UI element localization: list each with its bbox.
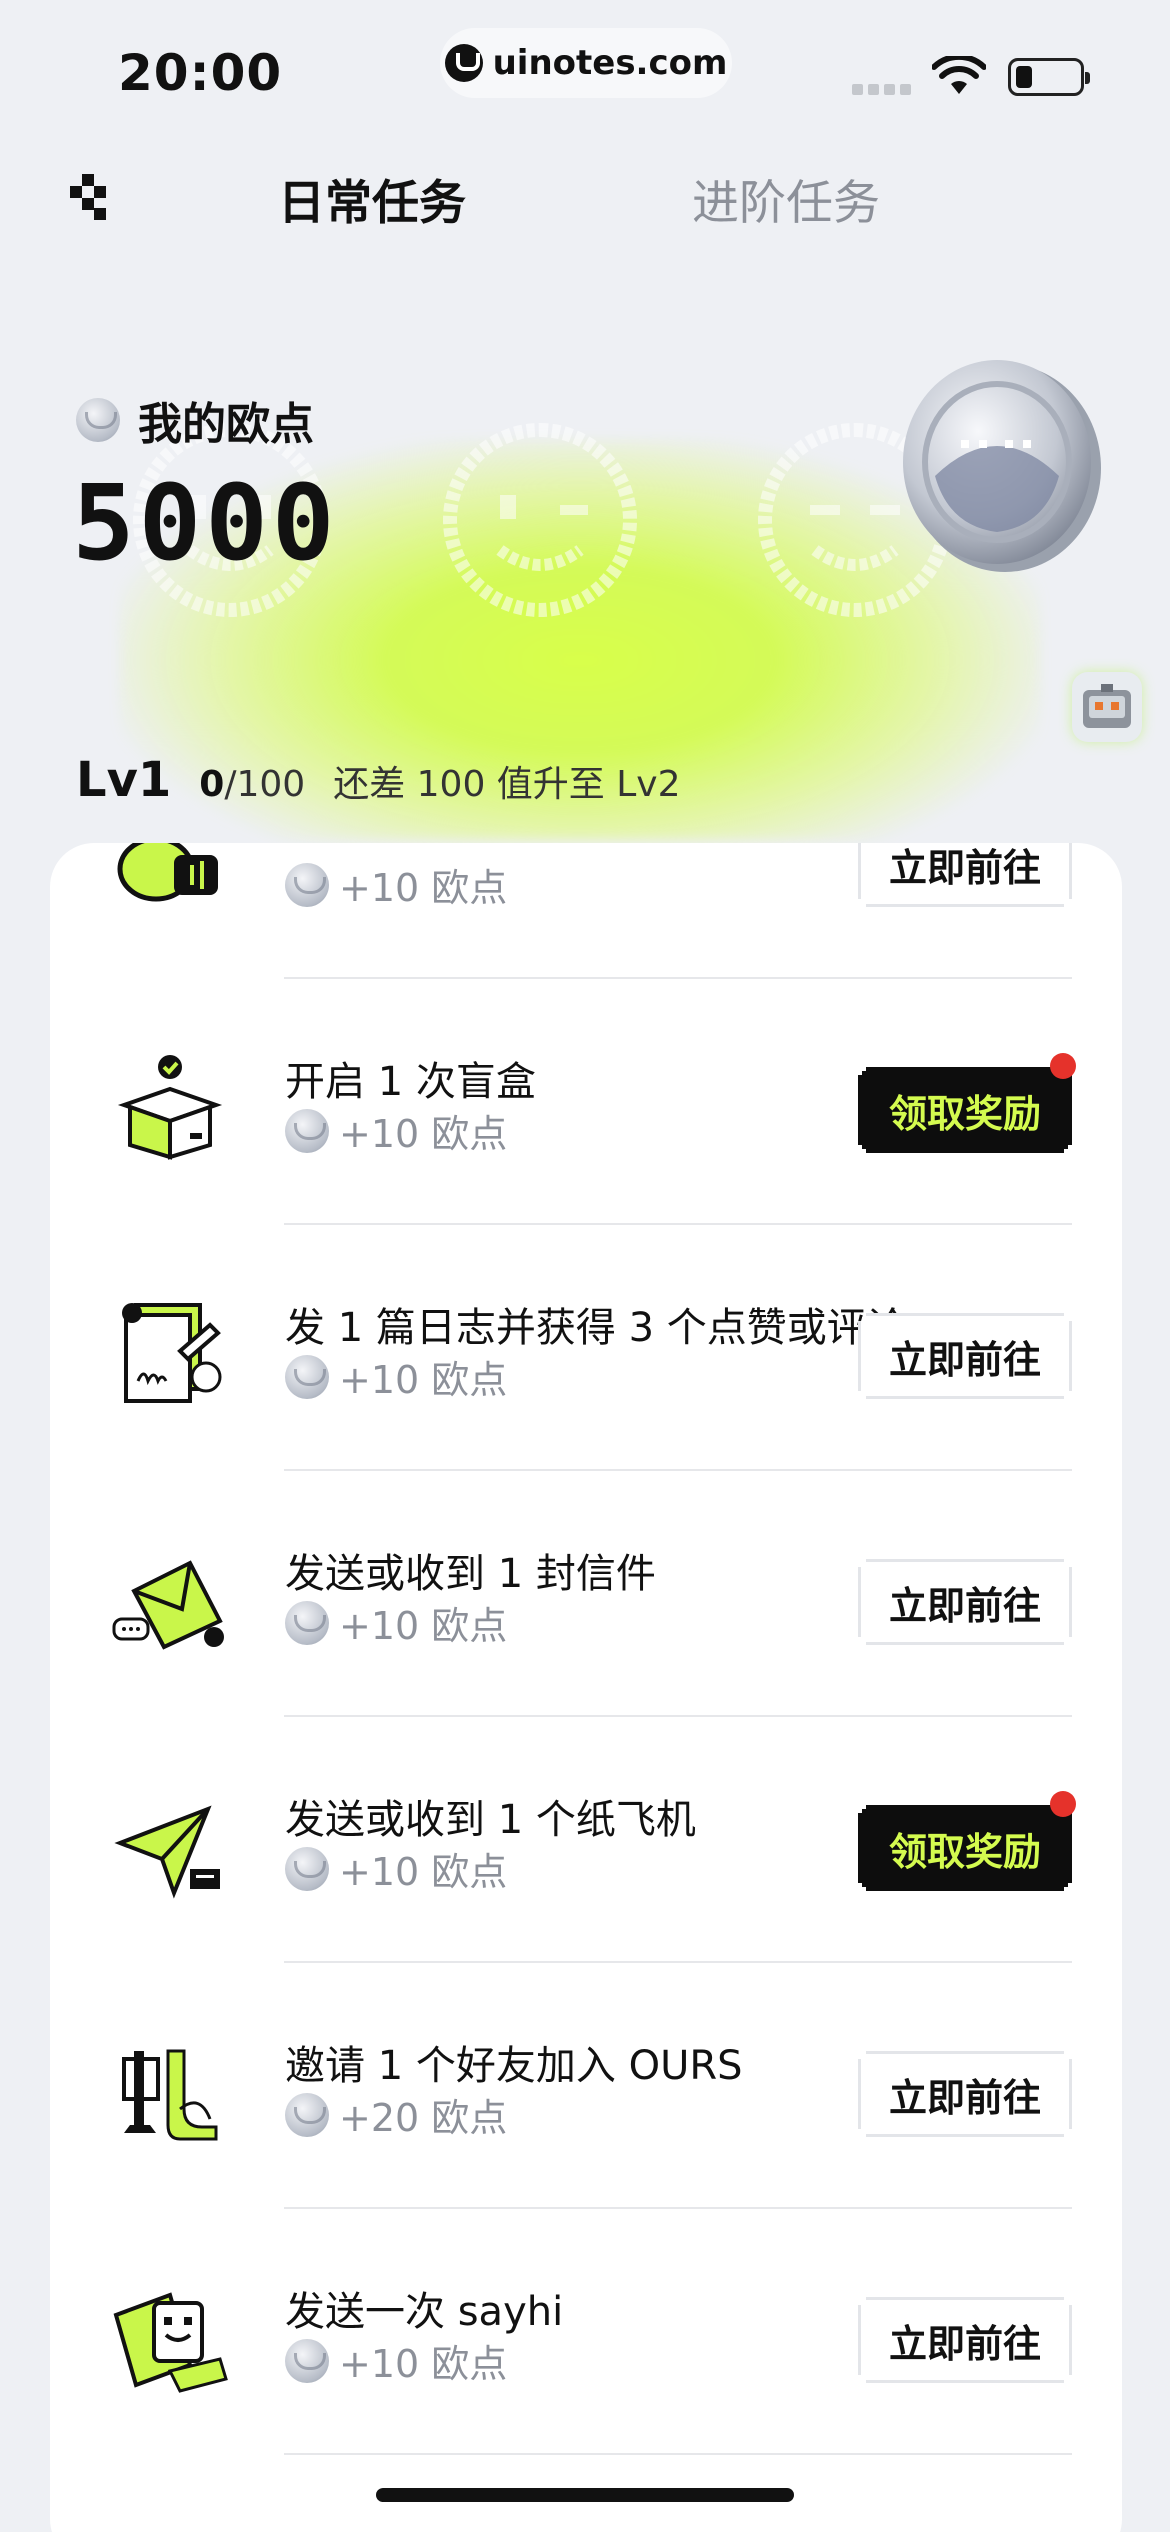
task-row: 发送或收到 1 个纸飞机 +10 欧点 领取奖励: [50, 1717, 1122, 1963]
task-row: 邀请 1 个好友加入 OURS +20 欧点 立即前往: [50, 1963, 1122, 2209]
task-title: 邀请 1 个好友加入 OURS: [285, 2043, 743, 2089]
sayhi-icon: [113, 2292, 228, 2393]
coin-icon: [285, 1108, 329, 1153]
task-reward: +10 欧点: [285, 1103, 507, 1158]
tab-advanced-tasks[interactable]: 进阶任务: [692, 164, 880, 233]
cellular-signal-icon: [852, 84, 911, 95]
go-button[interactable]: 立即前往: [858, 2297, 1072, 2383]
coin-icon: [76, 398, 120, 442]
blind-box-icon: [117, 1055, 223, 1160]
go-button[interactable]: 立即前往: [858, 1559, 1072, 1645]
coin-icon: [285, 1846, 329, 1891]
task-reward: +10 欧点: [285, 1841, 507, 1896]
status-time: 20:00: [118, 44, 283, 102]
points-label-text: 我的欧点: [138, 399, 314, 450]
pixel-wink-decoration: [443, 423, 637, 617]
task-center-screen: 20:00 uinotes.com 日常任务 进阶任务 我的欧点 5000 Lv…: [0, 0, 1170, 2532]
claim-reward-button[interactable]: 领取奖励: [858, 1805, 1072, 1891]
big-coin-icon: [903, 360, 1101, 572]
tab-daily-tasks[interactable]: 日常任务: [276, 164, 468, 237]
floating-avatar[interactable]: [1072, 672, 1142, 742]
go-button[interactable]: 立即前往: [858, 843, 1072, 907]
letter-icon: [112, 1560, 224, 1650]
level-name: Lv1: [76, 752, 172, 808]
coin-icon: [285, 2338, 329, 2383]
task-list-card: +10 欧点 立即前往 开启 1 次盲盒 +10 欧点 领取奖励 发 1 篇日志…: [50, 843, 1122, 2532]
points-label: 我的欧点: [76, 388, 314, 452]
task-title: 发送或收到 1 个纸飞机: [285, 1797, 696, 1843]
go-button[interactable]: 立即前往: [858, 2051, 1072, 2137]
chat-bubble-icon: [117, 843, 218, 902]
url-pill[interactable]: uinotes.com: [440, 28, 732, 98]
robot-avatar-icon: [1083, 684, 1131, 728]
divider: [284, 2453, 1072, 2455]
paper-plane-icon: [114, 1805, 220, 1899]
task-title: 发 1 篇日志并获得 3 个点赞或评论: [285, 1305, 907, 1351]
go-button[interactable]: 立即前往: [858, 1313, 1072, 1399]
level-progress: 0/100: [199, 764, 306, 805]
task-reward: +20 欧点: [285, 2087, 507, 2142]
task-reward: +10 欧点: [285, 2333, 507, 2388]
points-value: 5000: [72, 462, 339, 584]
level-row: Lv1 0/100 还差 100 值升至 Lv2: [76, 752, 681, 808]
task-row: 发送或收到 1 封信件 +10 欧点 立即前往: [50, 1471, 1122, 1717]
url-text: uinotes.com: [492, 43, 728, 83]
coin-icon: [285, 1600, 329, 1645]
task-row: 发 1 篇日志并获得 3 个点赞或评论 +10 欧点 立即前往: [50, 1225, 1122, 1471]
site-logo-icon: [444, 44, 483, 82]
home-indicator[interactable]: [376, 2488, 794, 2502]
claim-reward-button[interactable]: 领取奖励: [858, 1067, 1072, 1153]
coin-icon: [285, 862, 329, 907]
task-row: 开启 1 次盲盒 +10 欧点 领取奖励: [50, 979, 1122, 1225]
battery-icon: [1008, 58, 1090, 96]
notification-dot: [1050, 1791, 1076, 1817]
task-title: 发送或收到 1 封信件: [285, 1551, 656, 1597]
invite-friend-icon: [122, 2049, 218, 2141]
coin-icon: [285, 1354, 329, 1399]
level-hint: 还差 100 值升至 Lv2: [333, 764, 681, 805]
notification-dot: [1050, 1053, 1076, 1079]
task-row: +10 欧点 立即前往: [50, 843, 1122, 979]
task-title: 发送一次 sayhi: [285, 2289, 564, 2335]
coin-icon: [285, 2092, 329, 2137]
wifi-icon: [932, 56, 986, 94]
task-reward: +10 欧点: [285, 1595, 507, 1650]
task-title: 开启 1 次盲盒: [285, 1059, 536, 1105]
task-row: 发送一次 sayhi +10 欧点 立即前往: [50, 2209, 1122, 2455]
journal-icon: [122, 1303, 222, 1403]
menu-icon[interactable]: [70, 174, 106, 220]
task-reward: +10 欧点: [285, 1349, 507, 1404]
task-reward: +10 欧点: [285, 857, 507, 912]
